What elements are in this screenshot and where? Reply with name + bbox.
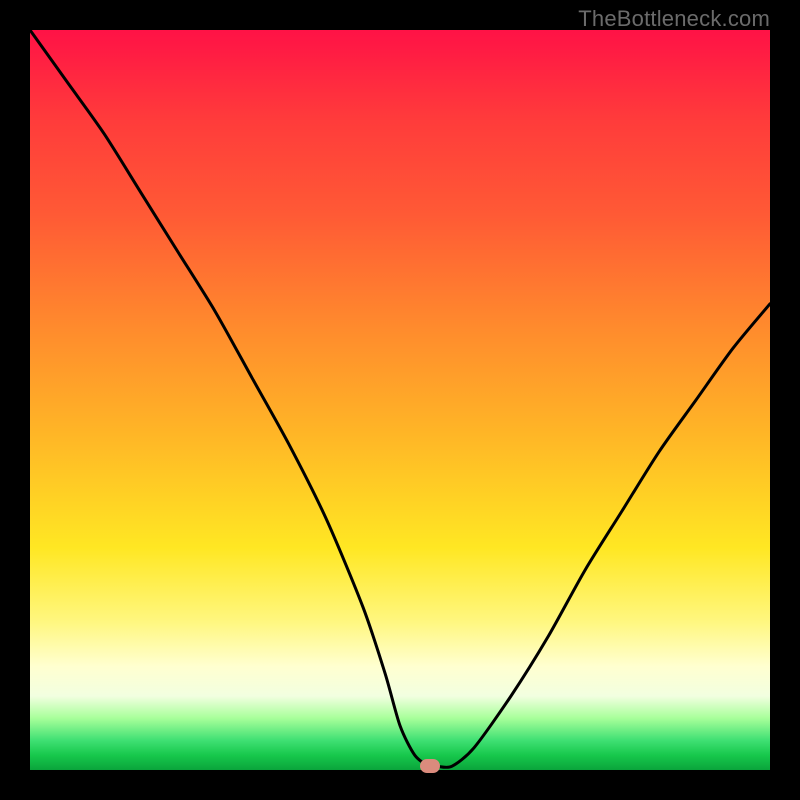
optimum-marker: [420, 759, 440, 773]
bottleneck-curve: [30, 30, 770, 770]
watermark-text: TheBottleneck.com: [578, 6, 770, 32]
chart-frame: TheBottleneck.com: [0, 0, 800, 800]
plot-area: [30, 30, 770, 770]
